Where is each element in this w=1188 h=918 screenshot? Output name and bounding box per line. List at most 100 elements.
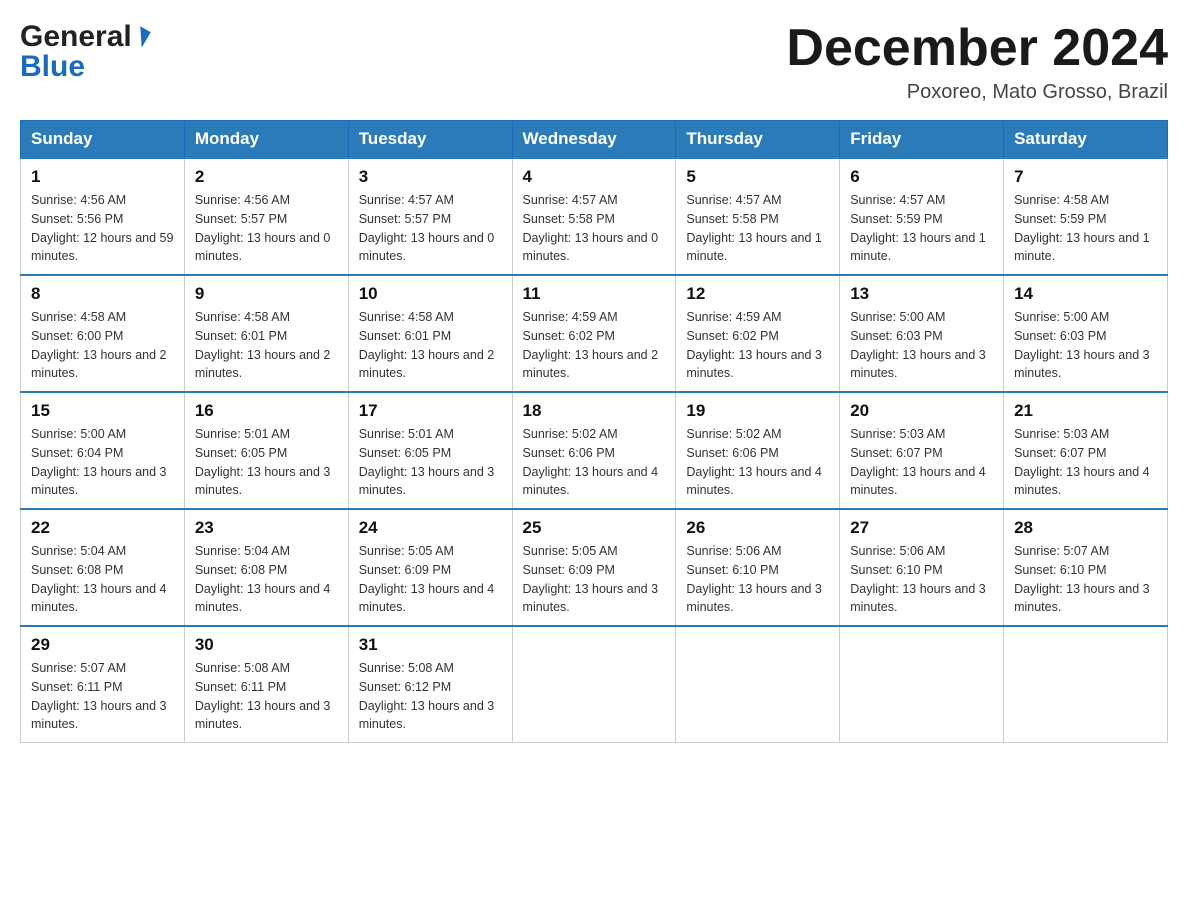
day-number: 10 (359, 284, 502, 304)
calendar-cell: 5 Sunrise: 4:57 AM Sunset: 5:58 PM Dayli… (676, 158, 840, 275)
calendar-cell: 26 Sunrise: 5:06 AM Sunset: 6:10 PM Dayl… (676, 509, 840, 626)
day-number: 7 (1014, 167, 1157, 187)
calendar-cell: 24 Sunrise: 5:05 AM Sunset: 6:09 PM Dayl… (348, 509, 512, 626)
day-number: 26 (686, 518, 829, 538)
calendar-cell: 17 Sunrise: 5:01 AM Sunset: 6:05 PM Dayl… (348, 392, 512, 509)
calendar-cell: 16 Sunrise: 5:01 AM Sunset: 6:05 PM Dayl… (184, 392, 348, 509)
calendar-cell (1004, 626, 1168, 743)
calendar-cell: 22 Sunrise: 5:04 AM Sunset: 6:08 PM Dayl… (21, 509, 185, 626)
calendar-cell: 28 Sunrise: 5:07 AM Sunset: 6:10 PM Dayl… (1004, 509, 1168, 626)
calendar-cell: 1 Sunrise: 4:56 AM Sunset: 5:56 PM Dayli… (21, 158, 185, 275)
calendar-cell: 31 Sunrise: 5:08 AM Sunset: 6:12 PM Dayl… (348, 626, 512, 743)
location-text: Poxoreo, Mato Grosso, Brazil (786, 81, 1168, 104)
day-info: Sunrise: 5:03 AM Sunset: 6:07 PM Dayligh… (1014, 425, 1157, 500)
calendar-week-row: 1 Sunrise: 4:56 AM Sunset: 5:56 PM Dayli… (21, 158, 1168, 275)
calendar-cell: 30 Sunrise: 5:08 AM Sunset: 6:11 PM Dayl… (184, 626, 348, 743)
day-info: Sunrise: 5:02 AM Sunset: 6:06 PM Dayligh… (686, 425, 829, 500)
calendar-week-row: 29 Sunrise: 5:07 AM Sunset: 6:11 PM Dayl… (21, 626, 1168, 743)
calendar-cell: 7 Sunrise: 4:58 AM Sunset: 5:59 PM Dayli… (1004, 158, 1168, 275)
day-number: 22 (31, 518, 174, 538)
day-info: Sunrise: 4:58 AM Sunset: 6:01 PM Dayligh… (359, 308, 502, 383)
day-info: Sunrise: 5:06 AM Sunset: 6:10 PM Dayligh… (850, 542, 993, 617)
day-number: 31 (359, 635, 502, 655)
day-info: Sunrise: 5:01 AM Sunset: 6:05 PM Dayligh… (359, 425, 502, 500)
day-number: 15 (31, 401, 174, 421)
day-number: 29 (31, 635, 174, 655)
calendar-cell: 12 Sunrise: 4:59 AM Sunset: 6:02 PM Dayl… (676, 275, 840, 392)
day-number: 12 (686, 284, 829, 304)
logo-text-general: General (20, 20, 132, 54)
calendar-cell: 2 Sunrise: 4:56 AM Sunset: 5:57 PM Dayli… (184, 158, 348, 275)
day-number: 5 (686, 167, 829, 187)
calendar-cell: 13 Sunrise: 5:00 AM Sunset: 6:03 PM Dayl… (840, 275, 1004, 392)
day-number: 19 (686, 401, 829, 421)
day-info: Sunrise: 5:00 AM Sunset: 6:04 PM Dayligh… (31, 425, 174, 500)
day-number: 24 (359, 518, 502, 538)
day-info: Sunrise: 4:59 AM Sunset: 6:02 PM Dayligh… (523, 308, 666, 383)
day-number: 16 (195, 401, 338, 421)
calendar-cell: 20 Sunrise: 5:03 AM Sunset: 6:07 PM Dayl… (840, 392, 1004, 509)
day-info: Sunrise: 5:03 AM Sunset: 6:07 PM Dayligh… (850, 425, 993, 500)
day-info: Sunrise: 5:07 AM Sunset: 6:11 PM Dayligh… (31, 659, 174, 734)
calendar-cell: 19 Sunrise: 5:02 AM Sunset: 6:06 PM Dayl… (676, 392, 840, 509)
calendar-week-row: 8 Sunrise: 4:58 AM Sunset: 6:00 PM Dayli… (21, 275, 1168, 392)
calendar-cell: 6 Sunrise: 4:57 AM Sunset: 5:59 PM Dayli… (840, 158, 1004, 275)
calendar-cell (840, 626, 1004, 743)
calendar-week-row: 15 Sunrise: 5:00 AM Sunset: 6:04 PM Dayl… (21, 392, 1168, 509)
day-number: 28 (1014, 518, 1157, 538)
calendar-header-row: SundayMondayTuesdayWednesdayThursdayFrid… (21, 121, 1168, 159)
calendar-cell: 21 Sunrise: 5:03 AM Sunset: 6:07 PM Dayl… (1004, 392, 1168, 509)
day-info: Sunrise: 5:05 AM Sunset: 6:09 PM Dayligh… (523, 542, 666, 617)
day-number: 1 (31, 167, 174, 187)
day-info: Sunrise: 5:08 AM Sunset: 6:11 PM Dayligh… (195, 659, 338, 734)
day-number: 18 (523, 401, 666, 421)
calendar-cell: 29 Sunrise: 5:07 AM Sunset: 6:11 PM Dayl… (21, 626, 185, 743)
weekday-header-saturday: Saturday (1004, 121, 1168, 159)
calendar-cell: 27 Sunrise: 5:06 AM Sunset: 6:10 PM Dayl… (840, 509, 1004, 626)
day-info: Sunrise: 5:04 AM Sunset: 6:08 PM Dayligh… (31, 542, 174, 617)
day-number: 23 (195, 518, 338, 538)
title-section: December 2024 Poxoreo, Mato Grosso, Braz… (786, 20, 1168, 104)
calendar-cell: 25 Sunrise: 5:05 AM Sunset: 6:09 PM Dayl… (512, 509, 676, 626)
day-info: Sunrise: 4:59 AM Sunset: 6:02 PM Dayligh… (686, 308, 829, 383)
day-number: 2 (195, 167, 338, 187)
calendar-cell (676, 626, 840, 743)
month-title: December 2024 (786, 20, 1168, 77)
weekday-header-friday: Friday (840, 121, 1004, 159)
calendar-cell: 14 Sunrise: 5:00 AM Sunset: 6:03 PM Dayl… (1004, 275, 1168, 392)
day-info: Sunrise: 5:00 AM Sunset: 6:03 PM Dayligh… (1014, 308, 1157, 383)
calendar-table: SundayMondayTuesdayWednesdayThursdayFrid… (20, 120, 1168, 743)
day-info: Sunrise: 5:08 AM Sunset: 6:12 PM Dayligh… (359, 659, 502, 734)
calendar-cell: 10 Sunrise: 4:58 AM Sunset: 6:01 PM Dayl… (348, 275, 512, 392)
day-info: Sunrise: 5:06 AM Sunset: 6:10 PM Dayligh… (686, 542, 829, 617)
calendar-cell (512, 626, 676, 743)
weekday-header-wednesday: Wednesday (512, 121, 676, 159)
day-info: Sunrise: 4:57 AM Sunset: 5:57 PM Dayligh… (359, 191, 502, 266)
logo-text-blue: Blue (20, 50, 85, 84)
day-number: 8 (31, 284, 174, 304)
day-info: Sunrise: 5:05 AM Sunset: 6:09 PM Dayligh… (359, 542, 502, 617)
day-info: Sunrise: 4:56 AM Sunset: 5:57 PM Dayligh… (195, 191, 338, 266)
day-number: 13 (850, 284, 993, 304)
calendar-cell: 3 Sunrise: 4:57 AM Sunset: 5:57 PM Dayli… (348, 158, 512, 275)
day-number: 20 (850, 401, 993, 421)
logo: General Blue (20, 20, 147, 84)
day-info: Sunrise: 5:00 AM Sunset: 6:03 PM Dayligh… (850, 308, 993, 383)
day-number: 11 (523, 284, 666, 304)
day-number: 4 (523, 167, 666, 187)
day-info: Sunrise: 4:58 AM Sunset: 5:59 PM Dayligh… (1014, 191, 1157, 266)
day-number: 14 (1014, 284, 1157, 304)
calendar-cell: 8 Sunrise: 4:58 AM Sunset: 6:00 PM Dayli… (21, 275, 185, 392)
calendar-cell: 4 Sunrise: 4:57 AM Sunset: 5:58 PM Dayli… (512, 158, 676, 275)
day-number: 21 (1014, 401, 1157, 421)
day-number: 25 (523, 518, 666, 538)
day-info: Sunrise: 4:57 AM Sunset: 5:58 PM Dayligh… (523, 191, 666, 266)
calendar-cell: 15 Sunrise: 5:00 AM Sunset: 6:04 PM Dayl… (21, 392, 185, 509)
day-info: Sunrise: 5:02 AM Sunset: 6:06 PM Dayligh… (523, 425, 666, 500)
day-info: Sunrise: 5:01 AM Sunset: 6:05 PM Dayligh… (195, 425, 338, 500)
day-number: 3 (359, 167, 502, 187)
weekday-header-sunday: Sunday (21, 121, 185, 159)
calendar-cell: 11 Sunrise: 4:59 AM Sunset: 6:02 PM Dayl… (512, 275, 676, 392)
day-number: 27 (850, 518, 993, 538)
day-info: Sunrise: 5:07 AM Sunset: 6:10 PM Dayligh… (1014, 542, 1157, 617)
